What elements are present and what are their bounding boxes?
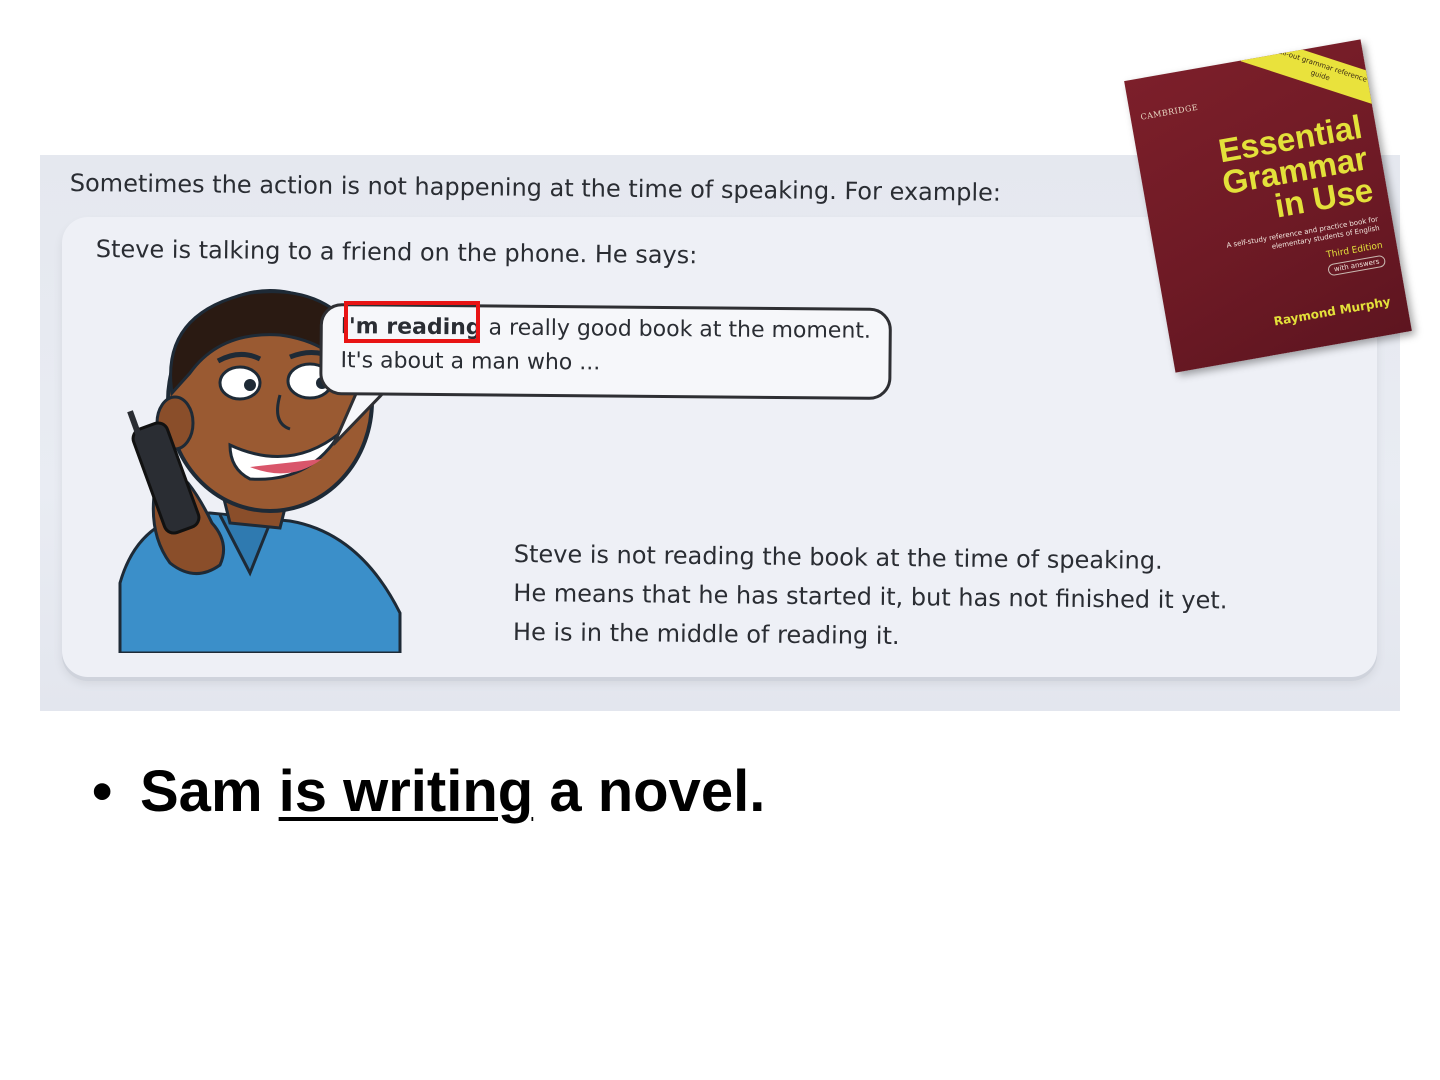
bubble-line-1-rest: a really good book at the moment. [481, 315, 872, 344]
sentence-verb-underlined: is writing [278, 759, 534, 824]
highlight-box [344, 301, 480, 343]
book-cover-image: FREE Pull-out grammar reference pocket g… [1124, 39, 1412, 373]
book-author: Raymond Murphy [1272, 294, 1392, 329]
intro-text: Sometimes the action is not happening at… [69, 169, 1002, 207]
bullet-marker: • [92, 759, 113, 824]
example-sentence: • Sam is writing a novel. [92, 758, 765, 825]
sentence-rest: a novel. [533, 759, 766, 824]
book-publisher: CAMBRIDGE [1139, 102, 1199, 122]
book-banner: FREE Pull-out grammar reference pocket g… [1240, 39, 1403, 111]
sentence-subject: Sam [140, 759, 279, 824]
book-title: Essential Grammar in Use [1214, 108, 1376, 231]
explanation-line-3: He is in the middle of reading it. [512, 617, 900, 651]
bubble-line-2: It's about a man who ... [340, 348, 601, 376]
explanation-text: Steve is not reading the book at the tim… [513, 535, 1228, 659]
